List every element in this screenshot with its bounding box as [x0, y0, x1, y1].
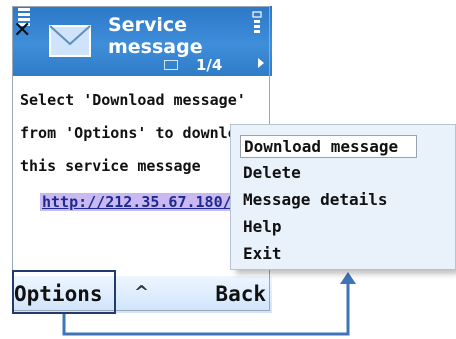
body-line-2: from 'Options' to downloa: [20, 124, 246, 142]
menu-item-delete[interactable]: Delete: [243, 163, 301, 182]
window-title: Service message: [108, 14, 203, 58]
next-arrow-icon[interactable]: [258, 58, 264, 68]
body-line-3: this service message: [20, 157, 201, 175]
menu-item-download-message[interactable]: Download message: [240, 135, 418, 158]
message-body: Select 'Download message' from 'Options'…: [20, 84, 265, 183]
small-envelope-icon: [164, 60, 178, 70]
menu-item-help[interactable]: Help: [243, 217, 282, 236]
body-line-1: Select 'Download message': [20, 91, 246, 109]
title-bar: ✕ Service message 1/4: [12, 6, 272, 76]
options-menu: Download message Delete Message details …: [230, 124, 456, 270]
message-counter: 1/4: [196, 56, 223, 74]
menu-item-message-details[interactable]: Message details: [243, 190, 388, 209]
scroll-up-icon[interactable]: ^: [134, 282, 149, 303]
back-softkey[interactable]: Back: [215, 282, 266, 306]
battery-icon: [252, 11, 262, 33]
title-line-1: Service: [108, 14, 187, 36]
menu-item-exit[interactable]: Exit: [243, 244, 282, 263]
service-link[interactable]: http://212.35.67.180/W: [40, 193, 243, 211]
title-line-2: message: [108, 36, 203, 58]
close-icon[interactable]: ✕: [13, 20, 31, 42]
options-highlight-box: [12, 270, 116, 314]
envelope-icon: [49, 25, 91, 57]
